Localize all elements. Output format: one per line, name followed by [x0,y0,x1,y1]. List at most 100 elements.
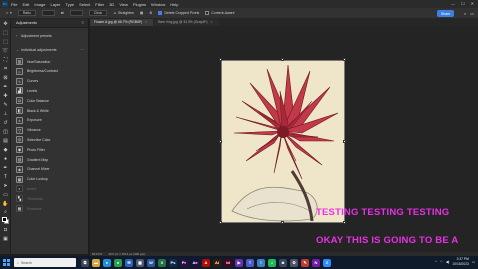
screen-mode-icon[interactable]: ▣ [2,236,9,243]
move-tool-icon[interactable]: ✥ [2,21,9,28]
canvas-area[interactable] [90,26,478,252]
overlay-grid-icon[interactable]: ▦ [140,11,143,15]
menu-plugins[interactable]: Plugins [133,2,146,7]
close-tab-icon[interactable]: × [211,20,213,24]
camera-icon[interactable]: ◙ [279,258,287,267]
checkbox-checked[interactable] [158,11,163,15]
wifi-icon[interactable]: ◠ [440,260,443,264]
quick-mask-icon[interactable]: ◘ [2,227,9,234]
ratio-dropdown[interactable]: Ratio [17,10,36,16]
menu-window[interactable]: Window [151,2,165,7]
adjustment-item[interactable]: ▦ Color Lookup [16,175,86,184]
adjustment-item[interactable]: ◎ Selective Color [16,135,86,144]
menu-edit[interactable]: Edit [22,2,29,7]
menu-image[interactable]: Image [34,2,45,7]
clock[interactable]: 2:37 PM 10/15/2023 [452,257,469,266]
healing-brush-tool-icon[interactable]: ✚ [2,93,9,100]
panel-menu-icon[interactable]: ≡ [82,20,84,25]
indesign-icon[interactable]: Id [224,258,232,267]
path-selection-tool-icon[interactable]: ➤ [2,183,9,190]
adjustment-item[interactable]: ∿ Curves [16,77,86,86]
adjustment-item[interactable]: ⚖ Color Balance [16,96,86,105]
crop-tool-icon[interactable]: ⌗ [2,66,9,73]
shape-tool-icon[interactable]: ▭ [2,192,9,199]
eraser-tool-icon[interactable]: ◫ [2,129,9,136]
paint-icon[interactable]: ✎ [301,258,309,267]
adjustment-item[interactable]: ▽ Vibrance [16,126,86,135]
acrobat-icon[interactable]: A [202,258,210,267]
settings-icon[interactable]: ⚙ [290,258,298,267]
zoom-tool-icon[interactable]: ⌕ [2,209,9,216]
menu-filter[interactable]: Filter [95,2,104,7]
word-icon[interactable]: W [147,258,155,267]
chrome-icon[interactable]: ● [114,258,122,267]
crop-handle-bottom[interactable] [281,221,284,224]
crop-handle-top[interactable] [281,58,284,61]
task-view-icon[interactable]: ⧉ [81,258,89,267]
adjustment-item[interactable]: ◐ Invert [16,184,86,193]
mail-icon[interactable]: ✉ [125,258,133,267]
illustrator-icon[interactable]: Ai [213,258,221,267]
adjustment-item[interactable]: ◈ Channel Mixer [16,165,86,174]
crop-handle-top-left[interactable] [219,58,222,61]
menu-layer[interactable]: Layer [50,2,60,7]
adjustment-item[interactable]: ▤ Gradient Map [16,155,86,164]
volume-icon[interactable]: ◀) [446,260,450,264]
menu-help[interactable]: Help [170,2,178,7]
delete-cropped-checkbox[interactable]: Delete Cropped Pixels [158,11,199,15]
clear-button[interactable]: Clear [88,10,108,16]
crop-handle-bottom-right[interactable] [343,221,346,224]
taskbar-search-input[interactable]: ⌕ Search [14,258,76,267]
document-image[interactable] [221,60,345,223]
gradient-tool-icon[interactable]: ▤ [2,138,9,145]
menu-view[interactable]: View [119,2,128,7]
swap-icon[interactable]: ⇄ [61,11,64,15]
adjustment-item[interactable]: ▚ Threshold [16,194,86,203]
explorer-icon[interactable]: ▬ [92,258,100,267]
content-aware-checkbox[interactable]: Content-Aware [205,11,235,15]
foreground-color-swatch[interactable] [2,217,7,222]
crop-handle-left[interactable] [219,140,222,143]
teams-icon[interactable]: T [246,258,254,267]
menu-type[interactable]: Type [66,2,75,7]
adjustment-item[interactable]: ◉ Photo Filter [16,145,86,154]
adjustment-item[interactable]: ▟ Levels [16,86,86,95]
crop-handle-bottom-left[interactable] [219,221,222,224]
brush-tool-icon[interactable]: ✎ [2,102,9,109]
menu-3d[interactable]: 3D [109,2,114,7]
search-icon[interactable]: ⌕ [464,11,466,16]
windows-start-icon[interactable] [3,259,10,266]
chevron-up-icon[interactable]: ^ [435,260,437,264]
section-options-icon[interactable]: ⋯ [80,48,84,52]
crop-settings-gear-icon[interactable]: ⚙ [149,11,152,15]
crop-handle-right[interactable] [343,140,346,143]
close-tab-icon[interactable]: × [145,20,147,24]
object-selection-tool-icon[interactable]: ⛶ [2,57,9,64]
clone-stamp-tool-icon[interactable]: ⊥ [2,111,9,118]
history-brush-tool-icon[interactable]: ↺ [2,120,9,127]
after-effects-icon[interactable]: Ae [191,258,199,267]
document-tab-beer-keg[interactable]: Beer Keg.jpg @ 33.3% (Gray/8*) × [154,19,219,26]
artboard-tool-icon[interactable]: ⬚ [2,30,9,37]
height-field[interactable] [69,10,83,16]
notepad-icon[interactable]: ≡ [257,258,265,267]
marquee-tool-icon[interactable]: ⬚ [2,39,9,46]
type-tool-icon[interactable]: T [2,174,9,181]
excel-icon[interactable]: X [158,258,166,267]
spotify-icon[interactable]: ♫ [268,258,276,267]
adjustments-tab[interactable]: Adjustments ≡ [11,19,88,28]
adjustment-presets-section[interactable]: › Adjustment presets [11,34,89,38]
notification-icon[interactable]: ▭ [472,260,475,264]
individual-adjustments-section[interactable]: ⌄ Individual adjustments ⋯ [11,48,89,52]
edge-icon[interactable]: e [103,258,111,267]
workspace-icon[interactable]: ▭ [470,11,474,16]
lasso-tool-icon[interactable]: ➰ [2,48,9,55]
pen-tool-icon[interactable]: ✒ [2,165,9,172]
menu-file[interactable]: File [11,2,17,7]
photoshop-icon[interactable]: Ps [169,258,177,267]
share-button[interactable]: Share [437,10,454,17]
ratio-select[interactable]: Ratio [17,10,36,16]
crop-tool-preset[interactable]: ⌗ ▾ [6,11,12,15]
adjustment-item[interactable]: ▥ Hue/Saturation [16,57,86,66]
adjustment-item[interactable]: ± Exposure [16,116,86,125]
